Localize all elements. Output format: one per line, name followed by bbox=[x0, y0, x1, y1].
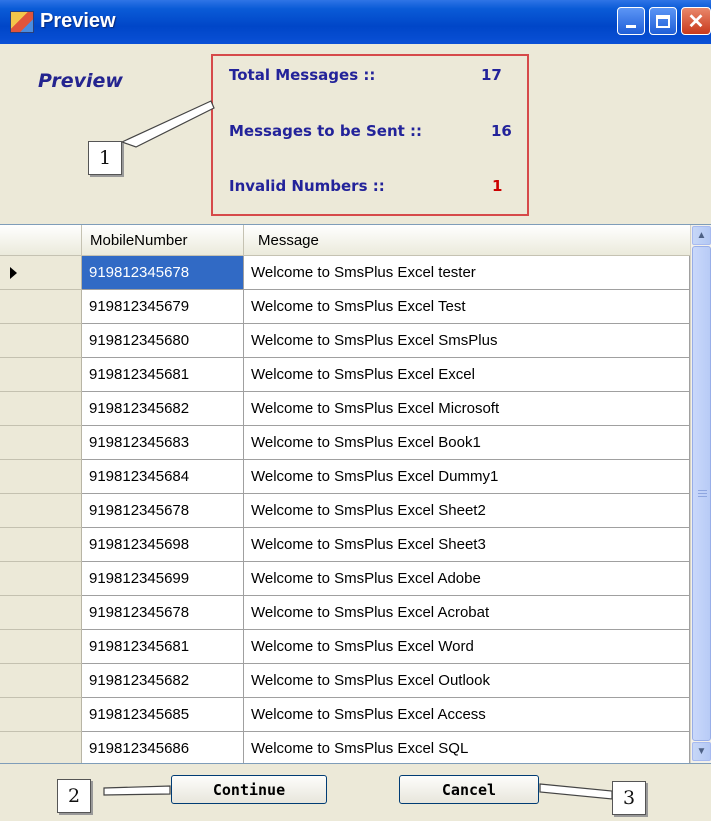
column-header-message[interactable]: Message bbox=[244, 225, 690, 256]
cell-message[interactable]: Welcome to SmsPlus Excel SQL bbox=[244, 732, 690, 763]
cell-message[interactable]: Welcome to SmsPlus Excel Dummy1 bbox=[244, 460, 690, 494]
row-header[interactable] bbox=[0, 256, 82, 290]
cell-message[interactable]: Welcome to SmsPlus Excel tester bbox=[244, 256, 690, 290]
scrollbar-thumb[interactable] bbox=[692, 246, 711, 741]
callout-2-pointer bbox=[103, 785, 171, 796]
cell-message[interactable]: Welcome to SmsPlus Excel Adobe bbox=[244, 562, 690, 596]
cell-mobile-number[interactable]: 919812345681 bbox=[82, 358, 244, 392]
callout-1: 1 bbox=[88, 141, 122, 175]
cell-mobile-number[interactable]: 919812345678 bbox=[82, 596, 244, 630]
row-pointer-icon bbox=[10, 267, 17, 279]
cell-message[interactable]: Welcome to SmsPlus Excel Microsoft bbox=[244, 392, 690, 426]
cell-message[interactable]: Welcome to SmsPlus Excel Acrobat bbox=[244, 596, 690, 630]
cell-mobile-number[interactable]: 919812345683 bbox=[82, 426, 244, 460]
grid-corner-header bbox=[0, 225, 82, 256]
callout-1-pointer bbox=[120, 100, 215, 148]
row-header[interactable] bbox=[0, 664, 82, 698]
cell-mobile-number[interactable]: 919812345685 bbox=[82, 698, 244, 732]
cell-message[interactable]: Welcome to SmsPlus Excel Access bbox=[244, 698, 690, 732]
row-header[interactable] bbox=[0, 528, 82, 562]
vertical-scrollbar[interactable]: ▲ ▼ bbox=[690, 225, 711, 763]
cancel-button[interactable]: Cancel bbox=[399, 775, 539, 804]
column-header-mobile-number[interactable]: MobileNumber bbox=[82, 225, 244, 256]
row-header[interactable] bbox=[0, 630, 82, 664]
cell-message[interactable]: Welcome to SmsPlus Excel Test bbox=[244, 290, 690, 324]
row-header[interactable] bbox=[0, 392, 82, 426]
cell-mobile-number[interactable]: 919812345699 bbox=[82, 562, 244, 596]
row-header[interactable] bbox=[0, 324, 82, 358]
row-header[interactable] bbox=[0, 358, 82, 392]
cell-mobile-number[interactable]: 919812345681 bbox=[82, 630, 244, 664]
cell-mobile-number[interactable]: 919812345678 bbox=[82, 256, 244, 290]
cell-mobile-number[interactable]: 919812345680 bbox=[82, 324, 244, 358]
scroll-up-icon[interactable]: ▲ bbox=[692, 226, 711, 245]
cell-message[interactable]: Welcome to SmsPlus Excel Sheet2 bbox=[244, 494, 690, 528]
row-header[interactable] bbox=[0, 698, 82, 732]
thumb-grip bbox=[698, 493, 707, 494]
cell-mobile-number[interactable]: 919812345679 bbox=[82, 290, 244, 324]
thumb-grip bbox=[698, 496, 707, 497]
callout-3: 3 bbox=[612, 781, 646, 815]
cell-message[interactable]: Welcome to SmsPlus Excel Outlook bbox=[244, 664, 690, 698]
row-header[interactable] bbox=[0, 596, 82, 630]
row-header[interactable] bbox=[0, 460, 82, 494]
cell-mobile-number[interactable]: 919812345682 bbox=[82, 664, 244, 698]
thumb-grip bbox=[698, 490, 707, 491]
callout-2: 2 bbox=[57, 779, 91, 813]
cell-message[interactable]: Welcome to SmsPlus Excel Sheet3 bbox=[244, 528, 690, 562]
messages-grid[interactable]: MobileNumber Message 919812345678 Welcome… bbox=[0, 224, 711, 764]
cell-mobile-number[interactable]: 919812345698 bbox=[82, 528, 244, 562]
cell-mobile-number[interactable]: 919812345678 bbox=[82, 494, 244, 528]
cell-message[interactable]: Welcome to SmsPlus Excel SmsPlus bbox=[244, 324, 690, 358]
cell-message[interactable]: Welcome to SmsPlus Excel Word bbox=[244, 630, 690, 664]
column-header-mobile-number-label: MobileNumber bbox=[90, 232, 188, 249]
callout-3-pointer bbox=[539, 783, 613, 800]
cell-mobile-number[interactable]: 919812345682 bbox=[82, 392, 244, 426]
cell-mobile-number[interactable]: 919812345686 bbox=[82, 732, 244, 763]
preview-window: Preview ✕ Preview Total Messages :: 17 M… bbox=[0, 0, 711, 821]
row-header[interactable] bbox=[0, 494, 82, 528]
row-header[interactable] bbox=[0, 290, 82, 324]
scroll-down-icon[interactable]: ▼ bbox=[692, 742, 711, 761]
cell-message[interactable]: Welcome to SmsPlus Excel Excel bbox=[244, 358, 690, 392]
column-header-message-label: Message bbox=[258, 232, 319, 249]
row-header[interactable] bbox=[0, 732, 82, 763]
continue-button[interactable]: Continue bbox=[171, 775, 327, 804]
row-header[interactable] bbox=[0, 562, 82, 596]
cell-message[interactable]: Welcome to SmsPlus Excel Book1 bbox=[244, 426, 690, 460]
cell-mobile-number[interactable]: 919812345684 bbox=[82, 460, 244, 494]
row-header[interactable] bbox=[0, 426, 82, 460]
